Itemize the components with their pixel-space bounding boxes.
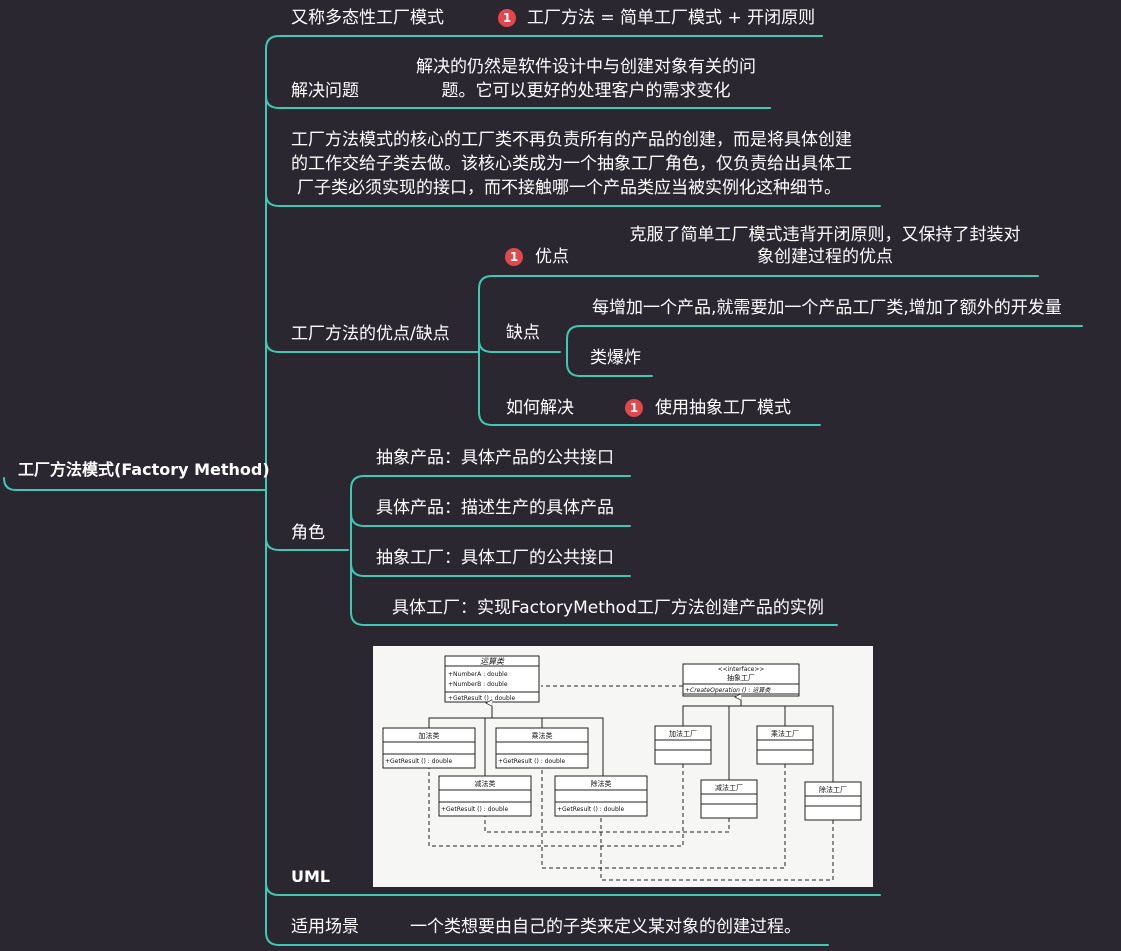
uml-operation-attr1: +NumberA : double bbox=[448, 671, 508, 678]
uml-div-factory: 除法工厂 bbox=[804, 781, 862, 821]
uml-mul-method: +GetResult () : double bbox=[498, 758, 565, 765]
solution-topic[interactable]: 如何解决 bbox=[506, 396, 574, 420]
uml-mul-factory: 乘法工厂 bbox=[756, 725, 814, 765]
uml-operation-method: +GetResult () : double bbox=[448, 695, 515, 702]
pros-topic[interactable]: 优点 bbox=[535, 245, 569, 269]
uml-class-diagram[interactable]: 运算类 +NumberA : double +NumberB : double … bbox=[373, 646, 873, 887]
uml-topic[interactable]: UML bbox=[291, 865, 330, 889]
role-concrete-factory[interactable]: 具体工厂：实现FactoryMethod工厂方法创建产品的实例 bbox=[392, 596, 824, 620]
uml-add-class: 加法类 +GetResult () : double bbox=[382, 727, 476, 769]
core-text-line1[interactable]: 工厂方法模式的核心的工厂类不再负责所有的产品的创建，而是将具体创建 bbox=[291, 128, 852, 152]
uml-sub-method: +GetResult () : double bbox=[441, 806, 508, 813]
solution-text[interactable]: 使用抽象工厂模式 bbox=[655, 396, 791, 420]
problem-topic[interactable]: 解决问题 bbox=[291, 79, 359, 103]
pros-text-line2[interactable]: 象创建过程的优点 bbox=[615, 245, 1035, 269]
priority-1-icon: 1 bbox=[625, 399, 643, 417]
uml-factory-name: 抽象工厂 bbox=[727, 673, 755, 682]
scenario-topic[interactable]: 适用场景 bbox=[291, 915, 359, 939]
uml-operation-attr2: +NumberB : double bbox=[448, 681, 508, 688]
role-abstract-factory[interactable]: 抽象工厂：具体工厂的公共接口 bbox=[376, 546, 614, 570]
uml-div-class: 除法类 +GetResult () : double bbox=[554, 775, 648, 817]
problem-text-line1[interactable]: 解决的仍然是软件设计中与创建对象有关的问 bbox=[400, 55, 772, 79]
core-text-line2[interactable]: 的工作交给子类去做。该核心类成为一个抽象工厂角色，仅负责给出具体工 bbox=[291, 152, 852, 176]
uml-operation-name: 运算类 bbox=[480, 657, 505, 666]
uml-div-name: 除法类 bbox=[591, 779, 612, 788]
cons-item-extra-cost[interactable]: 每增加一个产品,就需要加一个产品工厂类,增加了额外的开发量 bbox=[592, 296, 1062, 320]
uml-sub-factory: 减法工厂 bbox=[700, 779, 758, 819]
pros-cons-topic[interactable]: 工厂方法的优点/缺点 bbox=[291, 322, 450, 346]
uml-mul-class: 乘法类 +GetResult () : double bbox=[495, 727, 589, 769]
svg-text:除法工厂: 除法工厂 bbox=[819, 785, 847, 794]
priority-1-icon: 1 bbox=[498, 9, 516, 27]
cons-topic[interactable]: 缺点 bbox=[506, 321, 540, 345]
svg-text:加法工厂: 加法工厂 bbox=[669, 729, 697, 738]
uml-factory-interface: <<interface>> 抽象工厂 +CreateOperation () :… bbox=[682, 663, 800, 697]
svg-text:乘法工厂: 乘法工厂 bbox=[771, 729, 799, 738]
problem-text-line2[interactable]: 题。它可以更好的处理客户的需求变化 bbox=[400, 79, 772, 103]
svg-text:减法工厂: 减法工厂 bbox=[715, 783, 743, 792]
alias-topic[interactable]: 又称多态性工厂模式 bbox=[291, 6, 444, 30]
uml-mul-name: 乘法类 bbox=[532, 731, 553, 740]
uml-sub-name: 减法类 bbox=[475, 779, 496, 788]
root-topic[interactable]: 工厂方法模式(Factory Method) bbox=[18, 458, 270, 482]
uml-factory-method: +CreateOperation () : 运算类 bbox=[685, 686, 771, 694]
uml-div-method: +GetResult () : double bbox=[557, 806, 624, 813]
cons-item-class-explosion[interactable]: 类爆炸 bbox=[590, 346, 641, 370]
pros-text-line1[interactable]: 克服了简单工厂模式违背开闭原则，又保持了封装对 bbox=[615, 223, 1035, 247]
uml-add-factory: 加法工厂 bbox=[654, 725, 712, 765]
scenario-text[interactable]: 一个类想要由自己的子类来定义某对象的创建过程。 bbox=[410, 915, 801, 939]
uml-add-method: +GetResult () : double bbox=[385, 758, 452, 765]
role-abstract-product[interactable]: 抽象产品：具体产品的公共接口 bbox=[376, 446, 614, 470]
role-concrete-product[interactable]: 具体产品：描述生产的具体产品 bbox=[376, 496, 614, 520]
core-text-line3[interactable]: 厂子类必须实现的接口，而不接触哪一个产品类应当被实例化这种细节。 bbox=[297, 176, 841, 200]
uml-operation-class: 运算类 +NumberA : double +NumberB : double … bbox=[444, 655, 540, 703]
roles-topic[interactable]: 角色 bbox=[291, 521, 325, 545]
uml-add-name: 加法类 bbox=[419, 731, 440, 740]
alias-formula[interactable]: 工厂方法 = 简单工厂模式 + 开闭原则 bbox=[527, 6, 815, 30]
priority-1-icon: 1 bbox=[505, 248, 523, 266]
uml-factory-stereotype: <<interface>> bbox=[718, 666, 765, 673]
uml-sub-class: 减法类 +GetResult () : double bbox=[438, 775, 532, 817]
